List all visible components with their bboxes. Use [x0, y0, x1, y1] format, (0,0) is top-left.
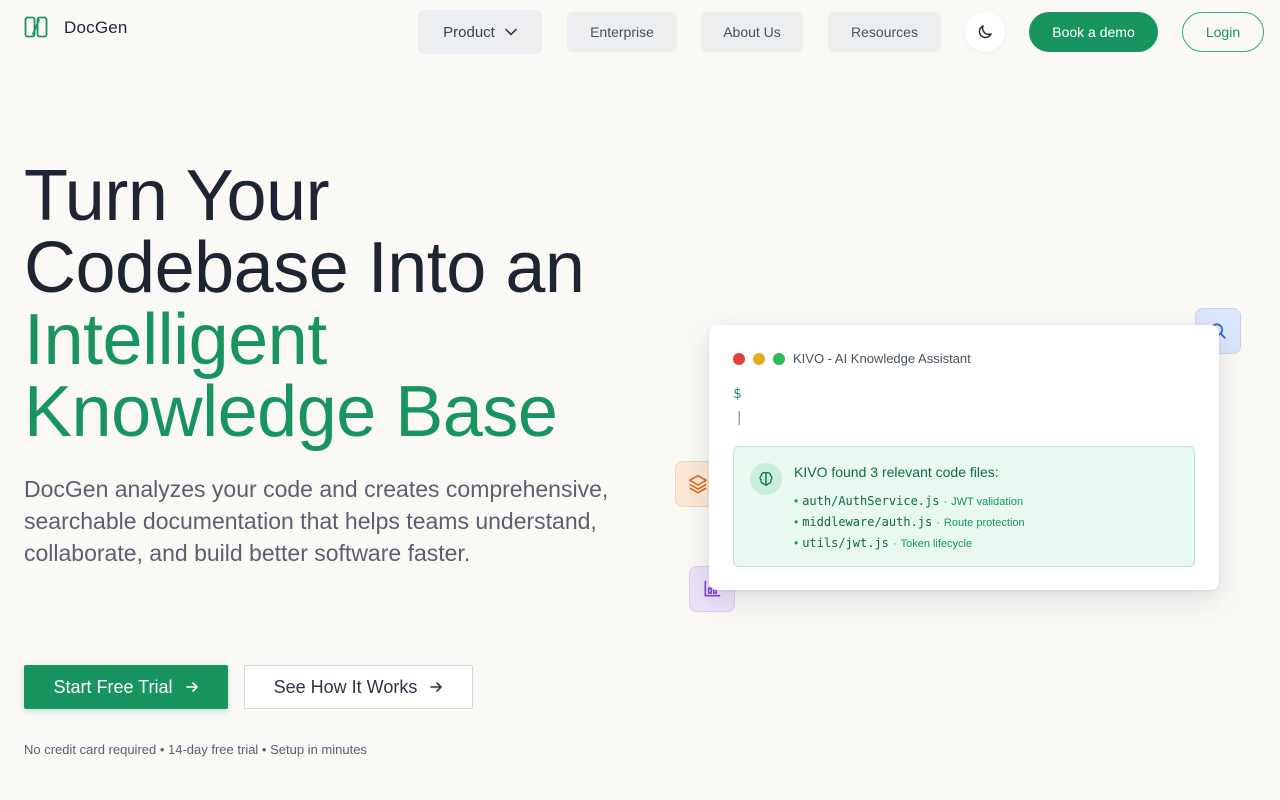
nav-about-us[interactable]: About Us — [701, 12, 803, 52]
arrow-right-icon — [185, 682, 198, 692]
chevron-down-icon — [505, 28, 517, 36]
bullet: • — [794, 536, 799, 550]
see-how-it-works-label: See How It Works — [273, 676, 418, 697]
nav-resources-label: Resources — [851, 24, 918, 40]
result-heading: KIVO found 3 relevant code files: — [794, 464, 999, 480]
nav-about-us-label: About Us — [723, 24, 781, 40]
terminal-title: KIVO - AI Knowledge Assistant — [793, 351, 971, 366]
ai-assistant-terminal: KIVO - AI Knowledge Assistant $ | KIVO f… — [709, 325, 1219, 590]
terminal-cursor: | — [735, 410, 744, 426]
list-item: • auth/AuthService.js · JWT validation — [794, 491, 1025, 512]
start-free-trial-button[interactable]: Start Free Trial — [24, 665, 228, 709]
terminal-prompt: $ — [733, 386, 742, 402]
file-description: Token lifecycle — [900, 538, 973, 550]
hero-title-line1: Turn Your — [24, 156, 330, 236]
maximize-dot — [773, 353, 785, 365]
top-navigation: DocGen Product Enterprise About Us Resou… — [0, 0, 1280, 64]
trial-fineprint: No credit card required • 14-day free tr… — [24, 742, 367, 757]
moon-icon — [978, 25, 992, 39]
list-item: • middleware/auth.js · Route protection — [794, 512, 1025, 533]
result-file-list: • auth/AuthService.js · JWT validation •… — [794, 491, 1025, 554]
nav-enterprise[interactable]: Enterprise — [567, 12, 677, 52]
bullet: • — [794, 515, 799, 529]
hero-title-highlight1: Intelligent — [24, 300, 327, 380]
brain-badge — [750, 463, 782, 495]
bullet: • — [794, 494, 799, 508]
nav-enterprise-label: Enterprise — [590, 24, 654, 40]
nav-product-label: Product — [443, 23, 495, 41]
hero-title: Turn Your Codebase Into an Intelligent K… — [24, 160, 644, 448]
arrow-right-icon — [430, 682, 443, 692]
nav-product-dropdown[interactable]: Product — [418, 10, 542, 54]
file-path[interactable]: utils/jwt.js — [802, 533, 889, 554]
separator: · — [892, 538, 897, 550]
brand-name: DocGen — [64, 18, 128, 37]
close-dot — [733, 353, 745, 365]
file-path[interactable]: middleware/auth.js — [802, 512, 932, 533]
hero-title-highlight2: Knowledge Base — [24, 372, 558, 452]
book-demo-button[interactable]: Book a demo — [1029, 12, 1158, 52]
hero-description: DocGen analyzes your code and creates co… — [24, 476, 609, 566]
brand[interactable]: DocGen — [24, 16, 128, 40]
layers-icon — [688, 474, 708, 494]
file-path[interactable]: auth/AuthService.js — [802, 491, 939, 512]
start-free-trial-label: Start Free Trial — [53, 676, 173, 697]
see-how-it-works-button[interactable]: See How It Works — [244, 665, 473, 709]
nav-resources[interactable]: Resources — [828, 12, 941, 52]
list-item: • utils/jwt.js · Token lifecycle — [794, 533, 1025, 554]
hero-title-line2: Codebase Into an — [24, 228, 585, 308]
window-controls — [733, 353, 785, 365]
separator: · — [936, 517, 940, 529]
file-description: JWT validation — [951, 496, 1024, 508]
theme-toggle-button[interactable] — [965, 12, 1005, 52]
separator: · — [943, 496, 948, 508]
file-description: Route protection — [943, 517, 1025, 529]
minimize-dot — [753, 353, 765, 365]
brain-icon — [759, 472, 773, 486]
login-button[interactable]: Login — [1182, 12, 1264, 52]
docgen-logo-icon — [24, 16, 48, 38]
search-result-panel: KIVO found 3 relevant code files: • auth… — [733, 446, 1195, 567]
